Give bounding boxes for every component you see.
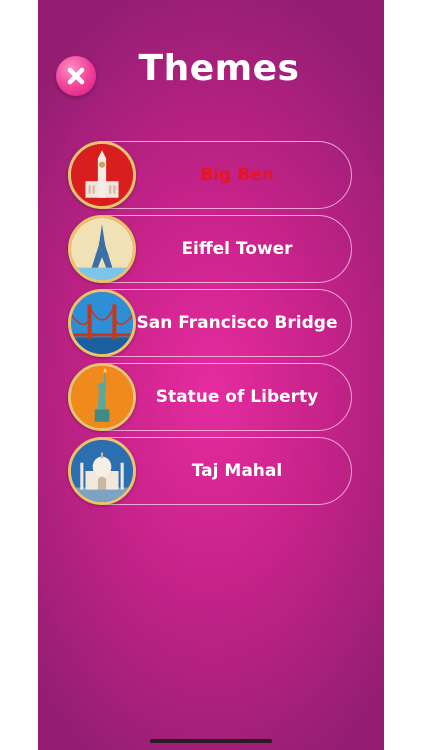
taj-mahal-icon [68,437,136,505]
theme-label: Big Ben [200,165,274,185]
theme-label: Taj Mahal [191,461,283,481]
themes-screen: Themes Big Ben Eiffel Tower San Francisc… [38,0,384,750]
theme-item-eiffel-tower[interactable]: Eiffel Tower [68,215,352,283]
big-ben-icon [68,141,136,209]
theme-list: Big Ben Eiffel Tower San Francisco Bridg… [68,141,352,511]
eiffel-tower-icon [68,215,136,283]
theme-label: San Francisco Bridge [136,313,338,333]
golden-gate-bridge-icon [68,289,136,357]
theme-label: Statue of Liberty [155,387,319,407]
statue-of-liberty-icon [68,363,136,431]
theme-item-statue-of-liberty[interactable]: Statue of Liberty [68,363,352,431]
theme-item-san-francisco-bridge[interactable]: San Francisco Bridge [68,289,352,357]
theme-item-taj-mahal[interactable]: Taj Mahal [68,437,352,505]
page-title: Themes [138,48,300,89]
theme-label: Eiffel Tower [181,239,293,259]
theme-item-big-ben[interactable]: Big Ben [68,141,352,209]
home-indicator[interactable] [150,739,272,743]
